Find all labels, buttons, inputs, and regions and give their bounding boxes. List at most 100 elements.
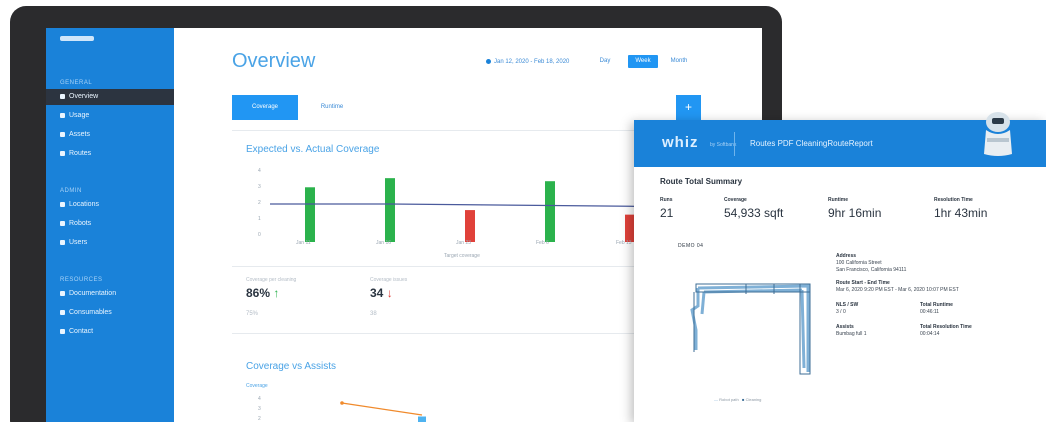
sidebar-item-consumables[interactable]: Consumables: [46, 305, 174, 321]
x-tick: Jan 16: [376, 240, 392, 246]
total-resolution-label: Total Resolution Time: [920, 324, 972, 331]
sidebar-item-label: Contact: [69, 328, 94, 335]
stat-value: 34 ↓: [370, 286, 393, 300]
stat-number: 34: [370, 286, 384, 300]
summary-label: Runtime: [828, 197, 848, 203]
tab-runtime[interactable]: Runtime: [302, 95, 362, 120]
arrow-up-icon: ↑: [273, 286, 280, 300]
sidebar-heading-admin: ADMIN: [60, 188, 82, 194]
address-label: Address: [836, 253, 856, 260]
assists-line: [341, 402, 423, 416]
info-heading: Route Start - End Time: [836, 280, 890, 286]
whiz-logo: whiz: [662, 134, 699, 151]
range-day-button[interactable]: Day: [594, 55, 616, 68]
stat-previous: 38: [370, 311, 377, 317]
nav-value: 3 / 0: [836, 309, 846, 315]
route-time-label: Route Start - End Time: [836, 280, 890, 287]
robots-icon: [60, 220, 65, 226]
date-range-picker[interactable]: Jan 12, 2020 - Feb 18, 2020: [486, 59, 569, 65]
summary-value: 9hr 16min: [828, 206, 882, 220]
card-subtitle: Coverage: [246, 383, 268, 389]
route-time-value: Mar 6, 2020 9:20 PM EST - Mar 6, 2020 10…: [836, 287, 959, 293]
arrow-down-icon: ↓: [386, 286, 393, 300]
assists-value: Bumbag full 1: [836, 331, 867, 337]
info-heading: Total Resolution Time: [920, 324, 972, 330]
divider: [232, 333, 702, 334]
range-week-button[interactable]: Week: [628, 55, 658, 68]
sidebar-item-assets[interactable]: Assets: [46, 127, 174, 143]
contact-icon: [60, 328, 65, 334]
report-title: Routes PDF CleaningRouteReport: [750, 139, 873, 148]
usage-icon: [60, 112, 65, 118]
header-separator: [734, 132, 735, 156]
assists-point: [340, 401, 344, 405]
sidebar: GENERAL Overview Usage Assets Routes ADM…: [46, 28, 174, 422]
info-heading: Total Runtime: [920, 302, 953, 308]
locations-icon: [60, 201, 65, 207]
total-resolution-value: 00:04:14: [920, 331, 940, 337]
card-title-coverage: Expected vs. Actual Coverage: [246, 144, 380, 155]
sidebar-item-label: Usage: [69, 112, 90, 119]
legend-swatch-icon: ■: [742, 397, 745, 402]
coverage-bar-chart: [270, 178, 690, 242]
range-month-button[interactable]: Month: [664, 55, 694, 68]
calendar-icon: [486, 59, 491, 64]
sidebar-item-contact[interactable]: Contact: [46, 324, 174, 340]
info-heading: Address: [836, 253, 857, 259]
sidebar-item-robots[interactable]: Robots: [46, 216, 174, 232]
y-tick: 2: [258, 200, 261, 206]
info-heading: NLS / SW: [836, 302, 859, 308]
sidebar-item-label: Consumables: [69, 309, 112, 316]
floorplan-map: [690, 283, 811, 375]
summary-value: 1hr 43min: [934, 206, 988, 220]
target-line: [270, 203, 690, 208]
y-tick: 4: [258, 168, 261, 174]
sidebar-item-label: Routes: [69, 150, 92, 157]
total-runtime-label: Total Runtime: [920, 302, 953, 309]
brand-logo: [60, 36, 94, 41]
logo-subtitle: by Softbank: [710, 142, 737, 148]
add-button[interactable]: +: [676, 95, 701, 120]
robot-icon: [984, 112, 1012, 156]
y-tick: 3: [258, 406, 261, 412]
stat-previous: 75%: [246, 311, 259, 317]
sidebar-item-routes[interactable]: Routes: [46, 146, 174, 162]
summary-value: 54,933 sqft: [724, 206, 784, 220]
divider: [232, 266, 702, 267]
y-tick: 2: [258, 416, 261, 422]
assists-bar-chart: [340, 401, 666, 422]
tab-coverage[interactable]: Coverage: [232, 95, 298, 120]
sidebar-item-label: Robots: [69, 220, 92, 227]
overview-icon: [60, 93, 65, 99]
assets-icon: [60, 131, 65, 137]
coverage-bar: [305, 187, 315, 242]
page-title: Overview: [232, 50, 316, 72]
routes-icon: [60, 150, 65, 156]
sidebar-item-label: Documentation: [69, 290, 117, 297]
divider: [232, 130, 702, 131]
sidebar-item-documentation[interactable]: Documentation: [46, 286, 174, 302]
sidebar-item-label: Locations: [69, 201, 99, 208]
map-legend: — Robot path ■ Cleaning: [714, 397, 761, 402]
sidebar-item-overview[interactable]: Overview: [46, 89, 174, 105]
sidebar-item-label: Overview: [69, 93, 99, 100]
y-tick: 1: [258, 216, 261, 222]
sidebar-heading-resources: RESOURCES: [60, 277, 103, 283]
stat-number: 86%: [246, 286, 271, 300]
sidebar-item-usage[interactable]: Usage: [46, 108, 174, 124]
y-tick: 0: [258, 232, 261, 238]
x-tick: Jan 11: [296, 240, 311, 246]
nav-label: NLS / SW: [836, 302, 858, 309]
date-range-label: Jan 12, 2020 - Feb 18, 2020: [494, 59, 570, 66]
stat-label: Coverage per cleaning: [246, 277, 297, 283]
route-report-card: whiz by Softbank Routes PDF CleaningRout…: [634, 112, 1046, 422]
total-runtime-value: 00:46:11: [920, 309, 940, 315]
x-tick: Feb 6: [536, 240, 549, 246]
stat-value: 86% ↑: [246, 286, 279, 300]
coverage-bar: [545, 181, 555, 242]
address-line2: San Francisco, California 94111: [836, 267, 907, 273]
summary-label: Coverage: [724, 197, 747, 203]
sidebar-item-label: Users: [69, 239, 88, 246]
sidebar-item-users[interactable]: Users: [46, 235, 174, 251]
sidebar-item-locations[interactable]: Locations: [46, 197, 174, 213]
